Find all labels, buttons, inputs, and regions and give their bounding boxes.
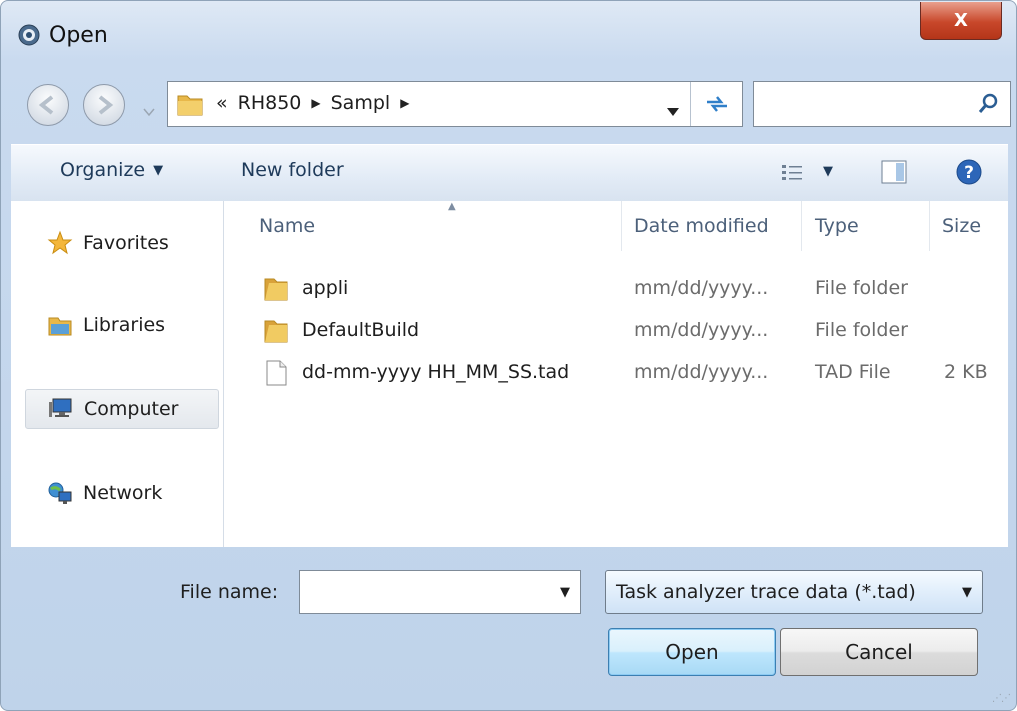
refresh-button[interactable]: [690, 82, 743, 126]
chevron-down-icon[interactable]: ▼: [823, 164, 833, 179]
file-row-tad[interactable]: dd-mm-yyyy HH_MM_SS.tad mm/dd/yyyy... TA…: [224, 355, 1008, 393]
file-type: TAD File: [815, 361, 891, 383]
window-title: Open: [49, 23, 108, 48]
folder-icon: [176, 91, 204, 122]
help-icon: ?: [956, 159, 982, 185]
back-button[interactable]: [27, 84, 69, 126]
file-type: File folder: [815, 277, 908, 299]
column-header-type[interactable]: Type: [815, 215, 859, 237]
search-icon[interactable]: [978, 92, 1000, 119]
computer-icon: [48, 396, 74, 422]
file-name-input[interactable]: [304, 575, 538, 611]
organize-label: Organize: [60, 159, 146, 181]
recent-locations-dropdown[interactable]: [142, 100, 156, 122]
folder-icon: [262, 317, 290, 350]
column-divider[interactable]: [621, 201, 622, 251]
file-list: ▲ Name Date modified Type Size appli mm/…: [224, 201, 1008, 547]
nav-item-favorites[interactable]: Favorites: [25, 223, 219, 263]
forward-button[interactable]: [83, 84, 125, 126]
address-bar[interactable]: « RH850 ▶ Sampl ▶: [167, 81, 743, 127]
chevron-down-icon: ▼: [153, 163, 164, 178]
app-icon: [18, 24, 40, 46]
column-header-date[interactable]: Date modified: [634, 215, 769, 237]
resize-grip-icon[interactable]: ⋰⋰: [992, 693, 1011, 704]
file-type: File folder: [815, 319, 908, 341]
close-button[interactable]: X: [920, 2, 1002, 40]
file-name: appli: [302, 277, 349, 299]
breadcrumb-overflow[interactable]: «: [216, 92, 228, 114]
nav-item-label: Computer: [84, 398, 179, 420]
file-name: dd-mm-yyyy HH_MM_SS.tad: [302, 361, 570, 383]
sort-ascending-icon: ▲: [448, 201, 456, 212]
nav-item-label: Libraries: [83, 314, 166, 336]
chevron-down-icon: ▼: [962, 585, 972, 600]
svg-text:?: ?: [964, 163, 974, 183]
preview-pane-button[interactable]: [881, 160, 907, 189]
column-header-name[interactable]: Name: [259, 215, 315, 237]
open-dialog: Open X « RH850 ▶ Sampl ▶ Organize ▼ New …: [0, 0, 1017, 711]
close-icon: X: [954, 10, 968, 31]
column-divider[interactable]: [929, 201, 930, 251]
nav-item-computer[interactable]: Computer: [25, 389, 219, 429]
nav-item-label: Network: [83, 482, 163, 504]
organize-button[interactable]: Organize ▼: [60, 159, 163, 181]
nav-item-label: Favorites: [83, 232, 169, 254]
breadcrumb: « RH850 ▶ Sampl ▶: [216, 92, 409, 114]
file-date: mm/dd/yyyy...: [634, 361, 769, 383]
details-view-icon: [782, 165, 802, 180]
file-date: mm/dd/yyyy...: [634, 319, 769, 341]
chevron-down-icon[interactable]: ▼: [560, 585, 570, 600]
preview-pane-icon: [881, 160, 907, 184]
file-name-label: File name:: [180, 581, 279, 603]
folder-icon: [262, 275, 290, 308]
breadcrumb-item-rh850[interactable]: RH850: [238, 92, 302, 114]
back-arrow-icon: [38, 95, 54, 115]
search-box[interactable]: [753, 81, 1011, 127]
forward-arrow-icon: [98, 95, 114, 115]
open-button[interactable]: Open: [608, 628, 776, 676]
breadcrumb-item-sampl[interactable]: Sampl: [331, 92, 391, 114]
file-name-combobox[interactable]: ▼: [299, 570, 581, 614]
search-input[interactable]: [758, 86, 968, 122]
file-size: 2 KB: [944, 361, 988, 383]
network-icon: [47, 480, 73, 506]
nav-item-libraries[interactable]: Libraries: [25, 305, 219, 345]
cancel-button[interactable]: Cancel: [780, 628, 978, 676]
navigation-pane: Favorites Libraries Computer Network: [11, 201, 224, 547]
file-date: mm/dd/yyyy...: [634, 277, 769, 299]
help-button[interactable]: ?: [955, 158, 983, 191]
change-view-button[interactable]: [781, 163, 803, 186]
address-dropdown-button[interactable]: [666, 100, 680, 122]
title-bar[interactable]: Open X: [1, 1, 1016, 69]
column-divider[interactable]: [801, 201, 802, 251]
chevron-down-icon: [667, 108, 679, 116]
chevron-down-icon: [143, 108, 155, 117]
file-type-filter-select[interactable]: Task analyzer trace data (*.tad) ▼: [605, 570, 983, 614]
file-row-appli[interactable]: appli mm/dd/yyyy... File folder: [224, 271, 1008, 309]
nav-item-network[interactable]: Network: [25, 473, 219, 513]
file-type-filter-value: Task analyzer trace data (*.tad): [616, 581, 916, 603]
breadcrumb-arrow-icon[interactable]: ▶: [311, 96, 320, 110]
new-folder-button[interactable]: New folder: [241, 159, 344, 181]
star-icon: [47, 230, 73, 256]
file-name: DefaultBuild: [302, 319, 420, 341]
libraries-icon: [47, 312, 73, 338]
breadcrumb-arrow-icon[interactable]: ▶: [400, 96, 409, 110]
column-header-row: ▲ Name Date modified Type Size: [224, 201, 1008, 253]
column-header-size[interactable]: Size: [942, 215, 981, 237]
file-row-defaultbuild[interactable]: DefaultBuild mm/dd/yyyy... File folder: [224, 313, 1008, 351]
refresh-icon: [707, 96, 727, 112]
file-icon: [262, 359, 290, 392]
command-toolbar: Organize ▼ New folder ▼ ?: [11, 144, 1008, 202]
